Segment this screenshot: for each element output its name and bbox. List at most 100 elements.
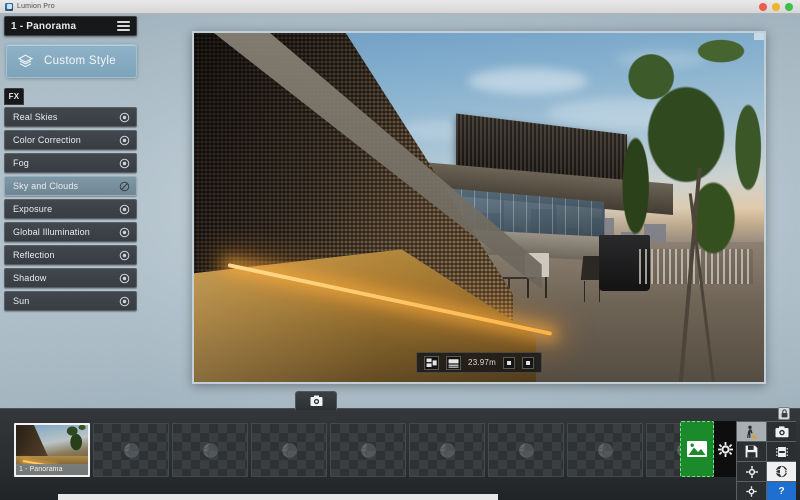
render-image <box>194 33 764 382</box>
globe-icon <box>123 442 139 458</box>
render-image-button[interactable] <box>680 421 714 477</box>
save-button[interactable] <box>737 442 766 461</box>
render-settings-button[interactable] <box>714 421 736 477</box>
gear-icon <box>745 465 758 478</box>
left-sidebar: 1 - Panorama Custom Style FX Real Skies … <box>0 14 143 311</box>
close-button[interactable] <box>759 2 767 11</box>
panorama-slot[interactable] <box>646 423 682 477</box>
settings-mode-button[interactable] <box>737 462 766 481</box>
camera-icon <box>310 395 322 406</box>
effect-row-exposure[interactable]: Exposure <box>4 199 137 219</box>
effect-row-reflection[interactable]: Reflection <box>4 245 137 265</box>
movie-mode-button[interactable] <box>767 442 796 461</box>
eye-icon[interactable] <box>119 273 130 284</box>
help-button[interactable]: ? <box>767 482 796 500</box>
scene-header: 1 - Panorama <box>4 16 137 36</box>
panorama-slot-strip[interactable]: 1 - Panorama <box>14 423 682 481</box>
effect-label: Real Skies <box>13 112 58 122</box>
capture-photo-button[interactable] <box>295 391 337 410</box>
os-title-bar: Lumion Pro <box>0 0 800 14</box>
app-icon <box>5 2 13 11</box>
globe-icon <box>597 442 613 458</box>
effect-label: Exposure <box>13 204 53 214</box>
eye-icon[interactable] <box>119 158 130 169</box>
effect-row-shadow[interactable]: Shadow <box>4 268 137 288</box>
gear-icon <box>746 486 757 497</box>
plus-icon[interactable] <box>521 356 534 369</box>
panorama-slot[interactable] <box>251 423 327 477</box>
eye-icon[interactable] <box>119 296 130 307</box>
globe-icon <box>281 442 297 458</box>
floppy-disk-icon <box>745 445 758 458</box>
camera-icon <box>775 425 788 437</box>
effect-row-fog[interactable]: Fog <box>4 153 137 173</box>
tab-fx-label: FX <box>8 92 20 101</box>
bottom-bar: 1 - Panorama ? <box>0 391 800 500</box>
film-strip-icon <box>775 446 788 457</box>
effect-row-color-correction[interactable]: Color Correction <box>4 130 137 150</box>
globe-icon <box>202 442 218 458</box>
panorama-slot[interactable] <box>409 423 485 477</box>
render-image-icon <box>687 441 707 457</box>
effect-label: Global Illumination <box>13 227 90 237</box>
effect-row-sun[interactable]: Sun <box>4 291 137 311</box>
effect-label: Fog <box>13 158 29 168</box>
effect-label: Sun <box>13 296 30 306</box>
photo-mode-button[interactable] <box>767 422 796 441</box>
layers-diamond-icon <box>17 53 34 70</box>
slot-label: 1 - Panorama <box>16 464 88 475</box>
lumion-app-window: Lumion Pro 1 - Panorama Custom Style FX … <box>0 0 800 500</box>
eye-icon[interactable] <box>119 227 130 238</box>
gear-mode-button[interactable] <box>737 482 766 500</box>
window-controls <box>759 2 793 11</box>
render-viewport[interactable]: 23.97m <box>192 31 766 384</box>
viewport-corner-handle[interactable] <box>754 33 764 40</box>
minimize-button[interactable] <box>772 2 780 11</box>
effect-row-sky-and-clouds[interactable]: Sky and Clouds <box>4 176 137 196</box>
eye-icon[interactable] <box>119 204 130 215</box>
split-view-icon[interactable] <box>424 355 440 370</box>
panorama-slot[interactable] <box>172 423 248 477</box>
custom-style-label: Custom Style <box>44 55 116 67</box>
tree-foliage <box>593 33 764 382</box>
globe-icon <box>360 442 376 458</box>
eye-icon[interactable] <box>119 250 130 261</box>
panorama-slot[interactable] <box>567 423 643 477</box>
effect-label: Shadow <box>13 273 47 283</box>
effect-row-global-illumination[interactable]: Global Illumination <box>4 222 137 242</box>
effect-row-real-skies[interactable]: Real Skies <box>4 107 137 127</box>
person-build-icon <box>747 425 758 438</box>
effect-label: Color Correction <box>13 135 81 145</box>
globe-icon <box>439 442 455 458</box>
eye-icon[interactable] <box>119 135 130 146</box>
app-body: 1 - Panorama Custom Style FX Real Skies … <box>0 14 800 500</box>
effect-label: Sky and Clouds <box>13 181 79 191</box>
panorama-360-icon <box>775 465 788 478</box>
maximize-button[interactable] <box>785 2 793 11</box>
right-tool-cluster: ? <box>680 407 796 500</box>
effect-label: Reflection <box>13 250 55 260</box>
scene-title: 1 - Panorama <box>11 20 77 32</box>
camera-height-value: 23.97m <box>468 358 496 367</box>
eye-icon[interactable] <box>119 112 130 123</box>
globe-icon <box>518 442 534 458</box>
eye-off-icon[interactable] <box>119 181 130 192</box>
panorama-slot[interactable] <box>488 423 564 477</box>
tab-fx[interactable]: FX <box>4 88 24 105</box>
effects-list: Real Skies Color Correction Fog Sky and Clo… <box>4 107 137 311</box>
minus-icon[interactable] <box>502 356 515 369</box>
panorama-slot[interactable] <box>93 423 169 477</box>
viewport-hud: 23.97m <box>416 352 542 373</box>
lock-badge[interactable] <box>778 407 790 420</box>
panorama-slot[interactable] <box>330 423 406 477</box>
build-mode-button[interactable] <box>737 422 766 441</box>
app-title: Lumion Pro <box>17 3 55 10</box>
panorama-slot[interactable]: 1 - Panorama <box>14 423 90 477</box>
camera-height-icon[interactable] <box>446 355 462 370</box>
custom-style-button[interactable]: Custom Style <box>6 44 137 78</box>
hamburger-icon[interactable] <box>117 21 130 31</box>
gear-icon <box>717 441 733 457</box>
bottom-scrollbar[interactable] <box>58 494 498 500</box>
mode-switch-grid: ? <box>736 421 796 500</box>
panorama-mode-button[interactable] <box>767 462 796 481</box>
